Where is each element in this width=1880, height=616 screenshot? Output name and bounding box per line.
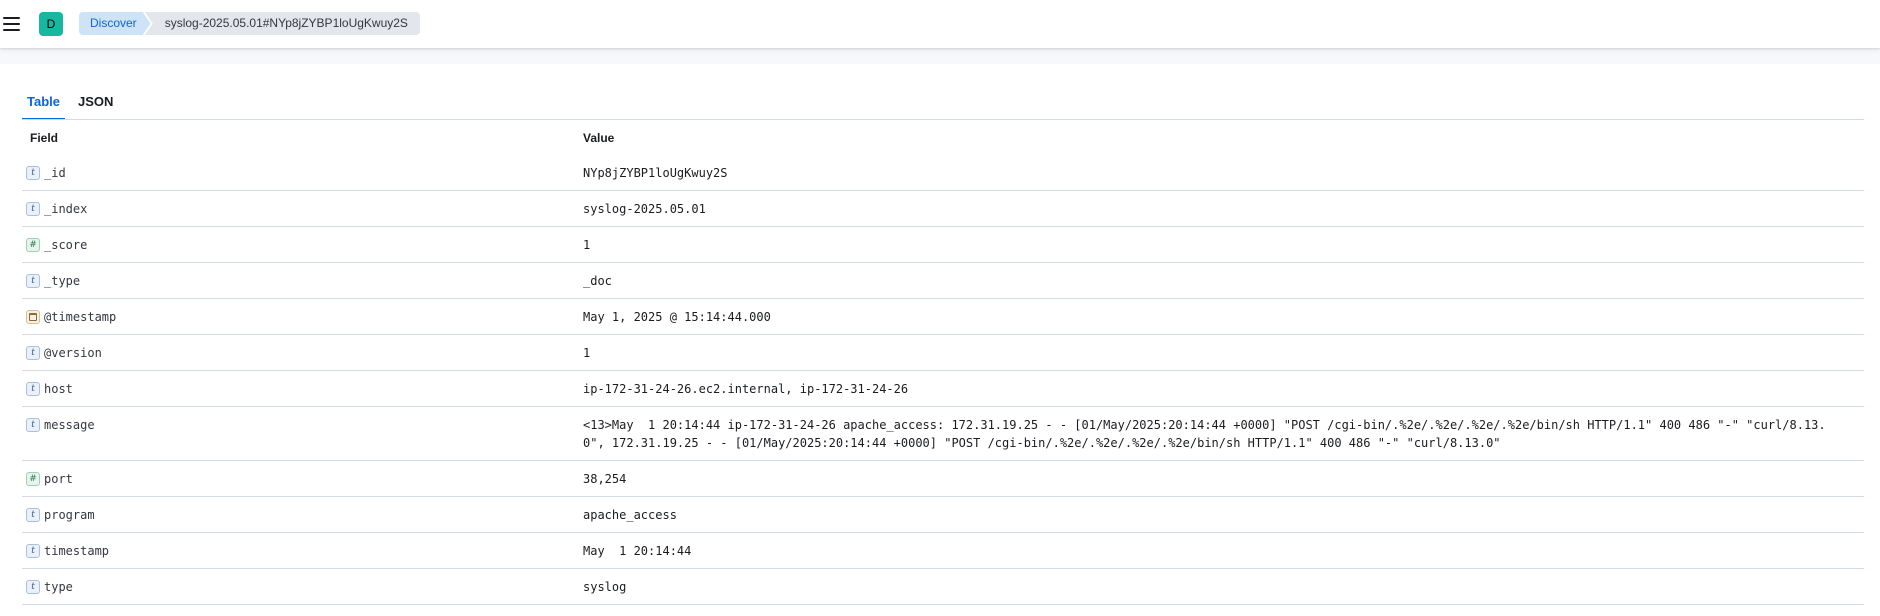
breadcrumb: Discover syslog-2025.05.01#NYp8jZYBP1loU… (79, 12, 420, 35)
table-row: # port 38,254 (22, 461, 1864, 497)
field-value: May 1, 2025 @ 15:14:44.000 (583, 310, 771, 324)
breadcrumb-document: syslog-2025.05.01#NYp8jZYBP1loUgKwuy2S (144, 12, 420, 35)
number-type-icon: # (26, 238, 40, 252)
field-cell: @timestamp (22, 299, 578, 334)
space-avatar[interactable]: D (39, 12, 63, 36)
string-type-icon: t (26, 382, 40, 396)
column-header-field: Field (30, 130, 59, 145)
field-value: <13>May 1 20:14:44 ip-172-31-24-26 apach… (583, 418, 1826, 450)
string-type-icon: t (26, 166, 40, 180)
field-cell: t _id (22, 155, 578, 190)
field-name: host (44, 382, 73, 396)
field-name: program (44, 508, 95, 522)
table-header: Field Value (22, 120, 1864, 155)
table-row: t host ip-172-31-24-26.ec2.internal, ip-17… (22, 371, 1864, 407)
field-cell: t type (22, 569, 578, 604)
field-name: _score (44, 238, 88, 252)
table-row: t @version 1 (22, 335, 1864, 371)
field-value: syslog (583, 580, 627, 594)
field-cell: t program (22, 497, 578, 532)
tab-json[interactable]: JSON (73, 90, 118, 120)
field-value: syslog-2025.05.01 (583, 202, 706, 216)
field-name: @version (44, 346, 102, 360)
string-type-icon: t (26, 544, 40, 558)
field-cell: # port (22, 461, 578, 496)
field-name: _id (44, 166, 66, 180)
field-name: _type (44, 274, 81, 288)
table-row: t type syslog (22, 569, 1864, 605)
top-header: D Discover syslog-2025.05.01#NYp8jZYBP1l… (0, 0, 1880, 48)
table-row: t program apache_access (22, 497, 1864, 533)
field-cell: t message (22, 407, 578, 460)
field-cell: t timestamp (22, 533, 578, 568)
field-name: _index (44, 202, 88, 216)
date-type-icon (26, 310, 40, 324)
document-table: Field Value t _id NYp8jZYBP1loUgKwuy2S t _in… (22, 120, 1864, 605)
field-name: message (44, 418, 95, 432)
field-value: 1 (583, 238, 591, 252)
field-value: NYp8jZYBP1loUgKwuy2S (583, 166, 728, 180)
doc-view-tabs: Table JSON (22, 90, 126, 120)
table-row: t message <13>May 1 20:14:44 ip-172-31-24-… (22, 407, 1864, 461)
column-header-value: Value (583, 130, 615, 145)
string-type-icon: t (26, 508, 40, 522)
field-value: May 1 20:14:44 (583, 544, 692, 558)
table-row: @timestamp May 1, 2025 @ 15:14:44.000 (22, 299, 1864, 335)
table-row: t _id NYp8jZYBP1loUgKwuy2S (22, 155, 1864, 191)
number-type-icon: # (26, 472, 40, 486)
tab-table[interactable]: Table (22, 90, 65, 120)
field-name: port (44, 472, 73, 486)
table-row: t _index syslog-2025.05.01 (22, 191, 1864, 227)
field-value: 1 (583, 346, 591, 360)
field-value: _doc (583, 274, 612, 288)
page-header-band (0, 48, 1880, 64)
field-cell: t _index (22, 191, 578, 226)
string-type-icon: t (26, 202, 40, 216)
table-row: t _type _doc (22, 263, 1864, 299)
table-row: t timestamp May 1 20:14:44 (22, 533, 1864, 569)
string-type-icon: t (26, 580, 40, 594)
hamburger-menu-icon[interactable] (3, 13, 21, 35)
field-name: type (44, 580, 73, 594)
field-value: 38,254 (583, 472, 627, 486)
field-name: timestamp (44, 544, 110, 558)
breadcrumb-discover[interactable]: Discover (79, 12, 151, 35)
table-body: t _id NYp8jZYBP1loUgKwuy2S t _index syslog-20… (22, 155, 1864, 605)
string-type-icon: t (26, 274, 40, 288)
string-type-icon: t (26, 346, 40, 360)
field-cell: t @version (22, 335, 578, 370)
string-type-icon: t (26, 418, 40, 432)
field-cell: t host (22, 371, 578, 406)
field-value: apache_access (583, 508, 677, 522)
field-value: ip-172-31-24-26.ec2.internal, ip-172-31-… (583, 382, 909, 396)
field-cell: # _score (22, 227, 578, 262)
table-row: # _score 1 (22, 227, 1864, 263)
field-cell: t _type (22, 263, 578, 298)
field-name: @timestamp (44, 310, 117, 324)
